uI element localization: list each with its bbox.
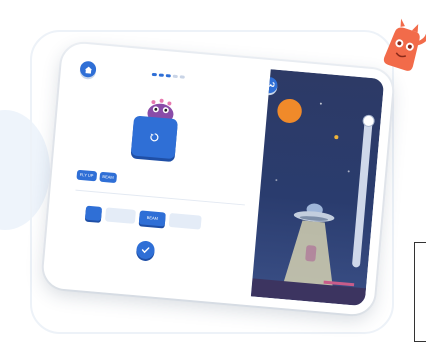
code-block-beam[interactable]: BEAM xyxy=(98,171,118,184)
program-slot-3[interactable]: BEAM xyxy=(138,210,166,227)
corner-frame xyxy=(414,242,426,342)
star xyxy=(319,102,322,105)
code-block-fly-up[interactable]: FLY UP xyxy=(76,169,97,182)
code-editor-pane: FLY UP BEAM BEAM xyxy=(51,51,271,297)
program-slot-2[interactable] xyxy=(104,207,136,224)
check-icon xyxy=(141,247,150,254)
star xyxy=(275,179,278,182)
program-slot-1-label xyxy=(86,206,102,207)
star xyxy=(347,170,350,173)
moon xyxy=(277,98,302,123)
divider xyxy=(75,189,245,206)
program-slot-2-label xyxy=(106,207,136,210)
tablet-device: FLY UP BEAM BEAM xyxy=(41,42,395,316)
alien-figure xyxy=(305,245,317,262)
progress-dot xyxy=(158,73,164,77)
program-slot-3-label: BEAM xyxy=(146,214,159,221)
home-button[interactable] xyxy=(79,60,97,78)
star xyxy=(334,135,339,140)
program-sequence: BEAM xyxy=(84,205,236,235)
orange-mascot xyxy=(383,18,426,71)
home-icon xyxy=(84,66,92,74)
progress-dot xyxy=(172,74,178,79)
program-slot-4[interactable] xyxy=(168,212,202,230)
progress-dot xyxy=(179,75,185,79)
progress-dot xyxy=(165,74,171,78)
program-slot-1[interactable] xyxy=(84,205,103,221)
progress-dot xyxy=(151,72,157,77)
illustration-stage: FLY UP BEAM BEAM xyxy=(0,0,426,345)
submit-button[interactable] xyxy=(135,240,156,260)
block-palette: FLY UP BEAM xyxy=(76,169,118,184)
replay-icon xyxy=(150,133,159,142)
game-scene-pane xyxy=(250,69,385,307)
program-slot-4-label xyxy=(170,213,202,216)
run-button[interactable] xyxy=(130,115,179,160)
level-progress xyxy=(151,72,185,79)
tablet-screen: FLY UP BEAM BEAM xyxy=(51,51,385,307)
